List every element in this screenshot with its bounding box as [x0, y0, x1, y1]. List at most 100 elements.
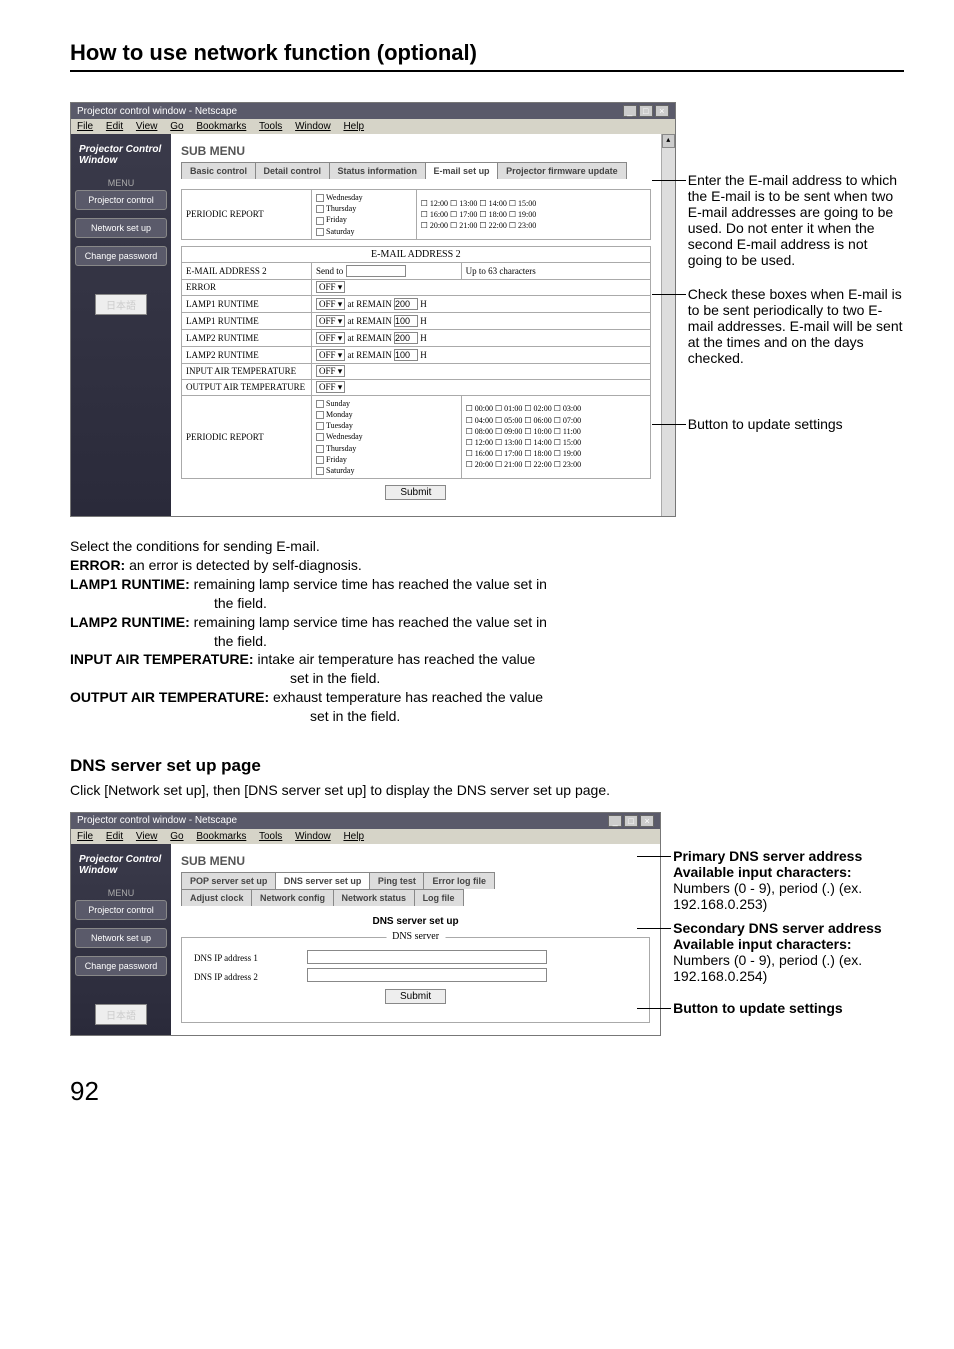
menu-tools[interactable]: Tools	[259, 121, 282, 132]
checkbox-icon[interactable]	[316, 217, 324, 225]
cond-lamp1-txt: remaining lamp service time has reached …	[190, 576, 547, 592]
cond-outair-txt: exhaust temperature has reached the valu…	[269, 689, 543, 705]
sidebar-item-projector-control[interactable]: Projector control	[75, 190, 167, 210]
lamp1b-input[interactable]	[394, 315, 418, 327]
menu-view[interactable]: View	[136, 831, 158, 842]
window-titlebar: Projector control window - Netscape _ □ …	[71, 103, 675, 119]
menu-go[interactable]: Go	[170, 831, 183, 842]
lamp2b-select[interactable]: OFF ▾	[316, 349, 345, 361]
time-row: 16:00 ☐ 17:00 ☐ 18:00 ☐ 19:00	[430, 210, 536, 219]
inair-select[interactable]: OFF ▾	[316, 365, 345, 377]
minimize-icon[interactable]: _	[608, 815, 622, 827]
sidebar-item-change-password[interactable]: Change password	[75, 246, 167, 266]
row-label: INPUT AIR TEMPERATURE	[182, 363, 312, 379]
lamp2a-input[interactable]	[394, 332, 418, 344]
maximize-icon[interactable]: □	[639, 105, 653, 117]
checkbox-icon[interactable]	[316, 445, 324, 453]
cond-inair-lbl: INPUT AIR TEMPERATURE:	[70, 651, 254, 667]
dns-submit-button[interactable]: Submit	[385, 989, 446, 1004]
sidebar-item-projector-control[interactable]: Projector control	[75, 900, 167, 920]
tab-network-config[interactable]: Network config	[251, 889, 334, 906]
menu-window[interactable]: Window	[295, 831, 331, 842]
time-row: 08:00 ☐ 09:00 ☐ 10:00 ☐ 11:00	[475, 427, 581, 436]
menu-window[interactable]: Window	[295, 121, 331, 132]
outair-select[interactable]: OFF ▾	[316, 381, 345, 393]
tab-pop-server[interactable]: POP server set up	[181, 872, 276, 889]
window-title: Projector control window - Netscape	[77, 815, 237, 826]
tab-adjust-clock[interactable]: Adjust clock	[181, 889, 253, 906]
row-label: LAMP1 RUNTIME	[182, 312, 312, 329]
app-main-dns: SUB MENU POP server set up DNS server se…	[171, 844, 660, 1035]
lamp1a-select[interactable]: OFF ▾	[316, 298, 345, 310]
maximize-icon[interactable]: □	[624, 815, 638, 827]
anno-check-boxes: Check these boxes when E-mail is to be s…	[688, 286, 904, 366]
tab-basic-control[interactable]: Basic control	[181, 162, 256, 179]
checkbox-icon[interactable]	[316, 422, 324, 430]
error-select[interactable]: OFF ▾	[316, 281, 345, 293]
lamp2b-input[interactable]	[394, 349, 418, 361]
title-underline	[70, 70, 904, 72]
menu-tools[interactable]: Tools	[259, 831, 282, 842]
tab-error-log[interactable]: Error log file	[423, 872, 495, 889]
day-thu: Thursday	[326, 204, 356, 213]
checkbox-icon[interactable]	[316, 467, 324, 475]
dns-intro: Click [Network set up], then [DNS server…	[70, 782, 904, 798]
sidebar-item-network-setup[interactable]: Network set up	[75, 928, 167, 948]
checkbox-icon[interactable]	[316, 194, 324, 202]
submenu-tabs-dns: POP server set up DNS server set up Ping…	[181, 872, 650, 906]
menu-bookmarks[interactable]: Bookmarks	[196, 831, 246, 842]
tab-firmware-update[interactable]: Projector firmware update	[497, 162, 627, 179]
anno-dns-update-button: Button to update settings	[673, 1000, 904, 1016]
japanese-button[interactable]: 日本語	[95, 1004, 147, 1025]
checkbox-icon[interactable]	[316, 228, 324, 236]
japanese-button[interactable]: 日本語	[95, 294, 147, 315]
scrollbar[interactable]: ▴	[661, 134, 675, 516]
menu-edit[interactable]: Edit	[106, 831, 123, 842]
dns-addr1-input[interactable]	[307, 950, 547, 964]
anno-primary-dns-t: Numbers (0 - 9), period (.) (ex. 192.168…	[673, 880, 862, 912]
dns-addr2-input[interactable]	[307, 968, 547, 982]
checkbox-icon[interactable]	[316, 411, 324, 419]
lamp2a-select[interactable]: OFF ▾	[316, 332, 345, 344]
sendto-input[interactable]	[346, 265, 406, 277]
anno-secondary-dns-h: Secondary DNS server address	[673, 920, 882, 936]
tab-detail-control[interactable]: Detail control	[255, 162, 331, 179]
tab-log-file[interactable]: Log file	[414, 889, 464, 906]
menu-file[interactable]: File	[77, 121, 93, 132]
sidebar-item-change-password[interactable]: Change password	[75, 956, 167, 976]
sidebar-item-network-setup[interactable]: Network set up	[75, 218, 167, 238]
tab-ping-test[interactable]: Ping test	[369, 872, 425, 889]
tab-network-status[interactable]: Network status	[333, 889, 416, 906]
tab-dns-server[interactable]: DNS server set up	[275, 872, 371, 889]
lamp1b-select[interactable]: OFF ▾	[316, 315, 345, 327]
menu-bookmarks[interactable]: Bookmarks	[196, 121, 246, 132]
close-icon[interactable]: ×	[640, 815, 654, 827]
checkbox-icon[interactable]	[316, 400, 324, 408]
menu-file[interactable]: File	[77, 831, 93, 842]
day-wed: Wednesday	[326, 193, 363, 202]
minimize-icon[interactable]: _	[623, 105, 637, 117]
app-logo: Projector Control Window	[75, 144, 167, 166]
menu-help[interactable]: Help	[343, 121, 364, 132]
cond-inair-txt: intake air temperature has reached the v…	[254, 651, 536, 667]
anno-secondary-dns: Secondary DNS server address Available i…	[673, 920, 904, 984]
close-icon[interactable]: ×	[655, 105, 669, 117]
lamp1a-input[interactable]	[394, 298, 418, 310]
checkbox-icon[interactable]	[316, 433, 324, 441]
row-label: LAMP2 RUNTIME	[182, 346, 312, 363]
page-number: 92	[70, 1076, 904, 1107]
menu-view[interactable]: View	[136, 121, 158, 132]
app-main-email: SUB MENU Basic control Detail control St…	[171, 134, 661, 516]
scroll-up-icon[interactable]: ▴	[662, 134, 675, 148]
menu-help[interactable]: Help	[343, 831, 364, 842]
row-label: LAMP1 RUNTIME	[182, 295, 312, 312]
submit-button[interactable]: Submit	[385, 485, 446, 500]
menu-edit[interactable]: Edit	[106, 121, 123, 132]
tab-status-information[interactable]: Status information	[329, 162, 427, 179]
day-wed: Wednesday	[326, 432, 363, 441]
checkbox-icon[interactable]	[316, 456, 324, 464]
tab-email-setup[interactable]: E-mail set up	[425, 162, 499, 179]
menu-go[interactable]: Go	[170, 121, 183, 132]
checkbox-icon[interactable]	[316, 205, 324, 213]
annotations-dns: Primary DNS server address Available inp…	[673, 812, 904, 1024]
